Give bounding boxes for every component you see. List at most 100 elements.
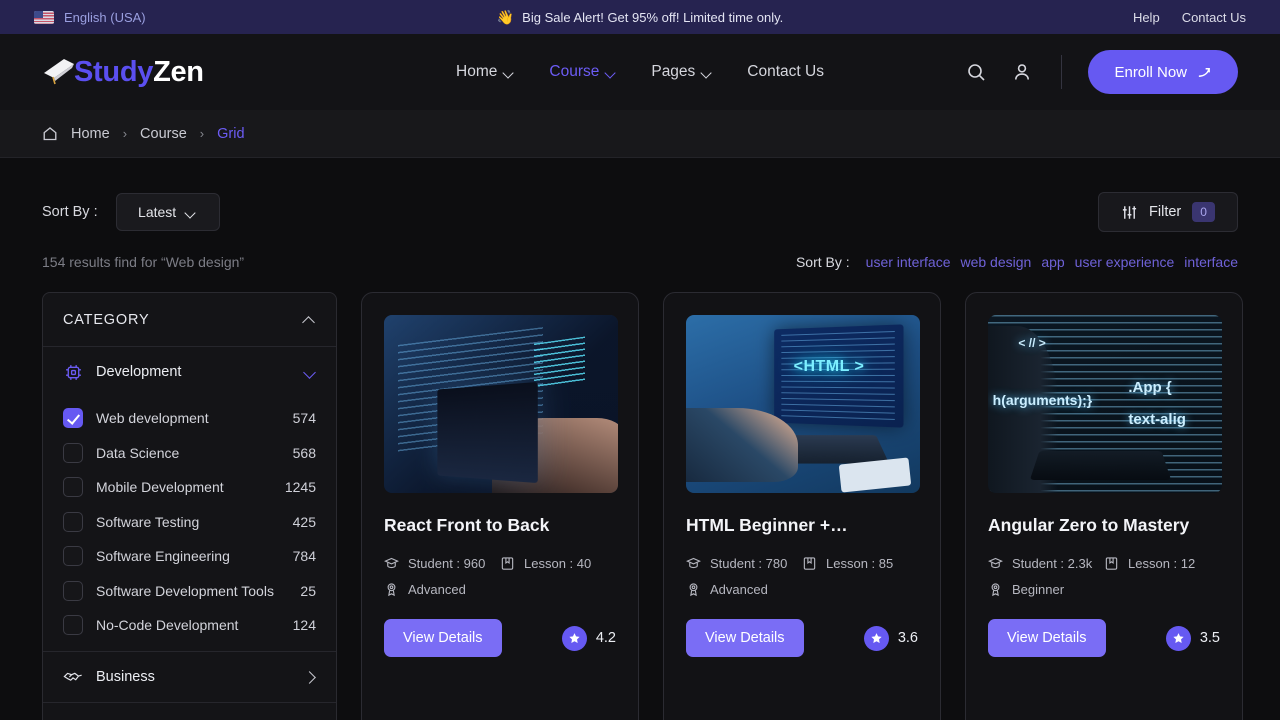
course-rating-value: 4.2: [595, 630, 616, 646]
checkbox-no-code-development[interactable]: [63, 615, 83, 636]
logo-text-primary: Study: [74, 55, 154, 88]
checkbox-mobile-development[interactable]: [63, 477, 83, 498]
checkbox-software-development-tools[interactable]: [63, 580, 83, 601]
tag-user-interface[interactable]: user interface: [866, 254, 951, 270]
filter-label: Data Science: [96, 444, 180, 461]
filter-count: 124: [292, 617, 316, 634]
filter-row-data-science[interactable]: Data Science 568: [63, 436, 316, 471]
search-icon[interactable]: [963, 59, 989, 85]
view-details-button[interactable]: View Details: [384, 619, 502, 657]
thumbnail-code-text-2: h(arguments);}: [992, 391, 1093, 408]
course-level-text: Beginner: [1012, 582, 1065, 597]
book-icon: [1105, 557, 1118, 570]
results-count-text: 154 results find for “Web design”: [42, 254, 245, 270]
thumbnail-code-text-4: text-alig: [1128, 411, 1186, 429]
nav-item-home[interactable]: Home: [456, 63, 515, 81]
checkbox-software-engineering[interactable]: [63, 546, 83, 567]
tag-interface[interactable]: interface: [1184, 254, 1238, 270]
chevron-right-icon: ›: [199, 126, 205, 141]
thumbnail-code-text-3: .App {: [1128, 379, 1172, 397]
filter-button[interactable]: Filter 0: [1098, 192, 1238, 232]
checkbox-software-testing[interactable]: [63, 511, 83, 532]
book-icon: [803, 557, 816, 570]
course-student-text: Student : 780: [710, 556, 788, 571]
filter-label: Software Testing: [96, 513, 200, 530]
category-panel-header[interactable]: CATEGORY: [43, 293, 336, 347]
category-row-development[interactable]: Development: [43, 347, 336, 397]
graduation-cap-icon: [44, 59, 74, 85]
tag-app[interactable]: app: [1041, 254, 1064, 270]
results-row: 154 results find for “Web design” Sort B…: [42, 254, 1238, 270]
course-student-meta: Student : 960: [384, 556, 500, 571]
star-icon: [863, 625, 889, 651]
sort-select[interactable]: Latest: [115, 193, 220, 231]
course-card-grid: React Front to Back Student : 960 Lesson…: [361, 292, 1243, 720]
contact-us-link[interactable]: Contact Us: [1182, 10, 1246, 25]
view-details-button[interactable]: View Details: [988, 619, 1106, 657]
breadcrumb-item-course[interactable]: Course: [140, 126, 187, 142]
arrow-up-right-icon: [1198, 67, 1210, 77]
star-icon: [561, 625, 587, 651]
filter-row-software-development-tools[interactable]: Software Development Tools 25: [63, 574, 316, 609]
sliders-icon: [1122, 205, 1137, 219]
language-label: English (USA): [64, 9, 146, 25]
nav-item-contact-us[interactable]: Contact Us: [747, 63, 824, 81]
category-group-development: Development Web development 574 Data Sci…: [43, 347, 336, 651]
book-icon: [501, 557, 514, 570]
filter-row-no-code-development[interactable]: No-Code Development 124: [63, 608, 316, 643]
announcement-text: Big Sale Alert! Get 95% off! Limited tim…: [522, 9, 784, 25]
course-title: React Front to Back: [384, 515, 550, 535]
chevron-up-icon[interactable]: [303, 316, 316, 324]
course-rating: 3.6: [863, 625, 918, 651]
filters-sidebar: CATEGORY Development Web development 574…: [42, 292, 337, 720]
filter-row-software-engineering[interactable]: Software Engineering 784: [63, 539, 316, 574]
course-card[interactable]: React Front to Back Student : 960 Lesson…: [361, 292, 639, 720]
chevron-down-icon[interactable]: [304, 368, 316, 376]
category-label: Business: [96, 668, 155, 685]
nav-item-course[interactable]: Course: [549, 63, 617, 81]
filter-label: Software Engineering: [96, 548, 230, 565]
graduation-cap-icon: [384, 557, 399, 569]
announcement-bar: English (USA) 👋 Big Sale Alert! Get 95% …: [0, 0, 1280, 34]
user-icon[interactable]: [1009, 59, 1035, 85]
wave-icon: 👋: [496, 9, 515, 25]
course-thumbnail: [384, 315, 618, 493]
logo[interactable]: StudyZen: [42, 56, 204, 89]
breadcrumb-item-home[interactable]: Home: [71, 126, 110, 142]
chip-icon: [63, 362, 83, 382]
course-student-meta: Student : 780: [686, 556, 802, 571]
filter-row-mobile-development[interactable]: Mobile Development 1245: [63, 470, 316, 505]
enroll-now-button[interactable]: Enroll Now: [1088, 50, 1238, 94]
course-card[interactable]: <HTML > HTML Beginner +… Student : 780 L…: [663, 292, 941, 720]
filter-row-web-development[interactable]: Web development 574: [63, 401, 316, 436]
thumbnail-code-text-1: < // >: [1018, 336, 1046, 351]
course-card[interactable]: < // > h(arguments);} .App { text-alig A…: [965, 292, 1243, 720]
checkbox-web-development[interactable]: [63, 408, 83, 429]
sort-select-value: Latest: [138, 204, 177, 220]
tag-web-design[interactable]: web design: [960, 254, 1031, 270]
category-row-next[interactable]: [43, 703, 336, 720]
help-link[interactable]: Help: [1133, 10, 1160, 25]
chevron-down-icon: [606, 69, 617, 76]
course-level-meta: Advanced: [686, 582, 802, 597]
category-row-business[interactable]: Business: [43, 652, 336, 702]
view-details-button[interactable]: View Details: [686, 619, 804, 657]
graduation-cap-icon: [686, 557, 701, 569]
us-flag-icon: [34, 10, 54, 24]
toolbar: Sort By : Latest Filter 0: [42, 158, 1238, 232]
course-lesson-text: Lesson : 40: [524, 556, 592, 571]
home-icon[interactable]: [42, 126, 58, 142]
course-lesson-meta: Lesson : 12: [1104, 556, 1220, 571]
language-selector[interactable]: English (USA): [34, 10, 146, 25]
thumbnail-html-text: <HTML >: [793, 357, 865, 375]
course-level-text: Advanced: [710, 582, 768, 597]
category-label: Development: [96, 364, 182, 380]
graduation-cap-icon: [988, 557, 1003, 569]
checkbox-data-science[interactable]: [63, 442, 83, 463]
course-rating-value: 3.5: [1199, 630, 1220, 646]
handshake-icon: [63, 667, 83, 687]
filter-row-software-testing[interactable]: Software Testing 425: [63, 505, 316, 540]
chevron-right-icon[interactable]: [304, 673, 316, 681]
tag-user-experience[interactable]: user experience: [1075, 254, 1175, 270]
nav-item-pages[interactable]: Pages: [651, 63, 713, 81]
